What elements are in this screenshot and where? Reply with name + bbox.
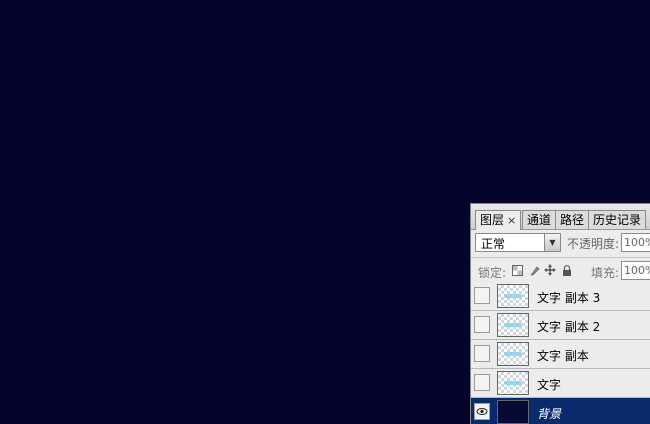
lock-all-icon[interactable] xyxy=(561,264,573,276)
tab-paths-label: 路径 xyxy=(560,213,585,227)
eye-icon xyxy=(476,408,488,415)
tab-paths[interactable]: 路径 xyxy=(555,210,590,229)
lock-brush-icon[interactable] xyxy=(528,264,540,276)
layer-name: 文字 副本 3 xyxy=(537,291,601,305)
layer-thumbnail xyxy=(497,313,529,337)
lock-row: 锁定: 填充: 100% xyxy=(471,257,650,282)
blend-mode-select[interactable]: 正常 ▼ xyxy=(475,233,561,252)
layer-row-selected[interactable]: 背景 xyxy=(471,398,650,424)
opacity-label: 不透明度: xyxy=(567,237,620,251)
fill-label: 填充: xyxy=(591,266,620,280)
layer-name: 文字 副本 xyxy=(537,349,589,363)
layer-thumbnail xyxy=(497,284,529,308)
chevron-down-icon[interactable]: ▼ xyxy=(544,234,560,251)
visibility-toggle[interactable] xyxy=(474,374,490,391)
layer-thumbnail xyxy=(497,342,529,366)
layers-list: 文字 副本 3 文字 副本 2 文字 副本 文字 背景 xyxy=(471,282,650,424)
layer-row[interactable]: 文字 副本 2 xyxy=(471,311,650,340)
blend-row: 正常 ▼ 不透明度: 100% xyxy=(471,231,650,255)
visibility-toggle[interactable] xyxy=(474,316,490,333)
layer-row[interactable]: 文字 xyxy=(471,369,650,398)
tab-history[interactable]: 历史记录 xyxy=(588,210,647,229)
layer-name: 背景 xyxy=(537,407,562,421)
tab-layers-label: 图层 xyxy=(480,213,505,227)
close-icon[interactable]: × xyxy=(507,214,516,227)
visibility-toggle[interactable] xyxy=(474,345,490,362)
visibility-toggle[interactable] xyxy=(474,403,490,420)
layer-thumbnail xyxy=(497,400,529,424)
fill-field[interactable]: 100% xyxy=(621,261,650,280)
tab-layers[interactable]: 图层 × xyxy=(475,210,522,230)
lock-transparent-icon[interactable] xyxy=(511,264,523,276)
layer-row[interactable]: 文字 副本 3 xyxy=(471,282,650,311)
tab-history-label: 历史记录 xyxy=(593,213,642,227)
opacity-field[interactable]: 100% xyxy=(621,233,650,252)
layer-thumbnail xyxy=(497,371,529,395)
layer-name: 文字 xyxy=(537,378,562,392)
lock-label: 锁定: xyxy=(478,266,507,280)
blend-mode-value: 正常 xyxy=(481,237,506,251)
layer-name: 文字 副本 2 xyxy=(537,320,601,334)
tab-channels[interactable]: 通道 xyxy=(522,210,557,229)
tab-channels-label: 通道 xyxy=(527,213,552,227)
layers-panel: 图层× 通道 路径 历史记录 正常 ▼ 不透明度: 100% 锁定: xyxy=(470,203,650,424)
lock-move-icon[interactable] xyxy=(544,264,556,276)
layer-row[interactable]: 文字 副本 xyxy=(471,340,650,369)
panel-tab-bar: 图层 × 通道 路径 历史记录 xyxy=(471,204,650,230)
visibility-toggle[interactable] xyxy=(474,287,490,304)
